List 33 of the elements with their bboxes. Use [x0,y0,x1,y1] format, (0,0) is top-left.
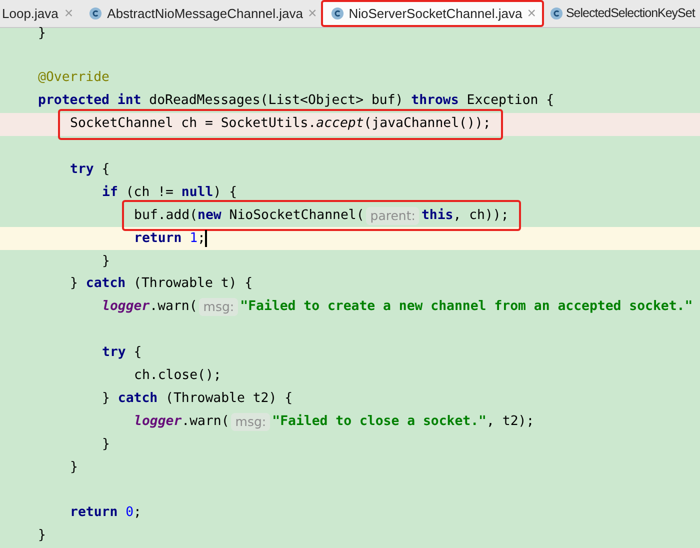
code-text: return 1; [134,230,206,248]
tab-label: Loop.java [2,4,58,23]
code-text: try { [70,161,110,179]
code-text: } [70,458,78,477]
code-text: logger.warn( [102,298,198,316]
code-text: buf.add(new NioSocketChannel( [134,206,364,225]
code-text: logger.warn( [134,412,230,431]
editor-tab[interactable]: NioServerSocketChannel.java × [320,0,544,27]
code-text: } catch (Throwable t) { [70,275,253,294]
class-icon [330,7,344,20]
code-text: } [38,527,46,546]
code-text: @Override [38,69,110,88]
tab-label: SelectedSelectionKeySet [566,5,695,22]
code-text: this, ch)); [421,206,509,225]
code-text: protected int doReadMessages(List<Object> buf) throws Exception { [38,92,554,110]
parameter-hint: msg: [199,298,238,316]
class-icon [550,7,563,20]
code-text: SocketChannel ch = SocketUtils.accept(javaChannel()); [70,115,491,134]
code-text: try { [102,344,142,362]
tab-label: AbstractNioMessageChannel.java [107,4,303,23]
code-text: } catch (Throwable t2) { [102,390,293,408]
code-text: return 0; [70,504,142,522]
parameter-hint: parent: [366,206,420,225]
code-text: if (ch != null) { [102,184,238,202]
parameter-hint: msg: [231,412,270,431]
tab-label: NioServerSocketChannel.java [348,4,522,23]
class-icon [89,7,102,20]
code-text: } [102,436,110,454]
code-text: ch.close(); [134,367,222,386]
code-text: } [38,25,46,44]
code-text: } [102,252,110,271]
code-text: "Failed to create a new channel from an accepted socket." [240,298,693,316]
code-text: "Failed to close a socket.", t2); [272,412,534,431]
